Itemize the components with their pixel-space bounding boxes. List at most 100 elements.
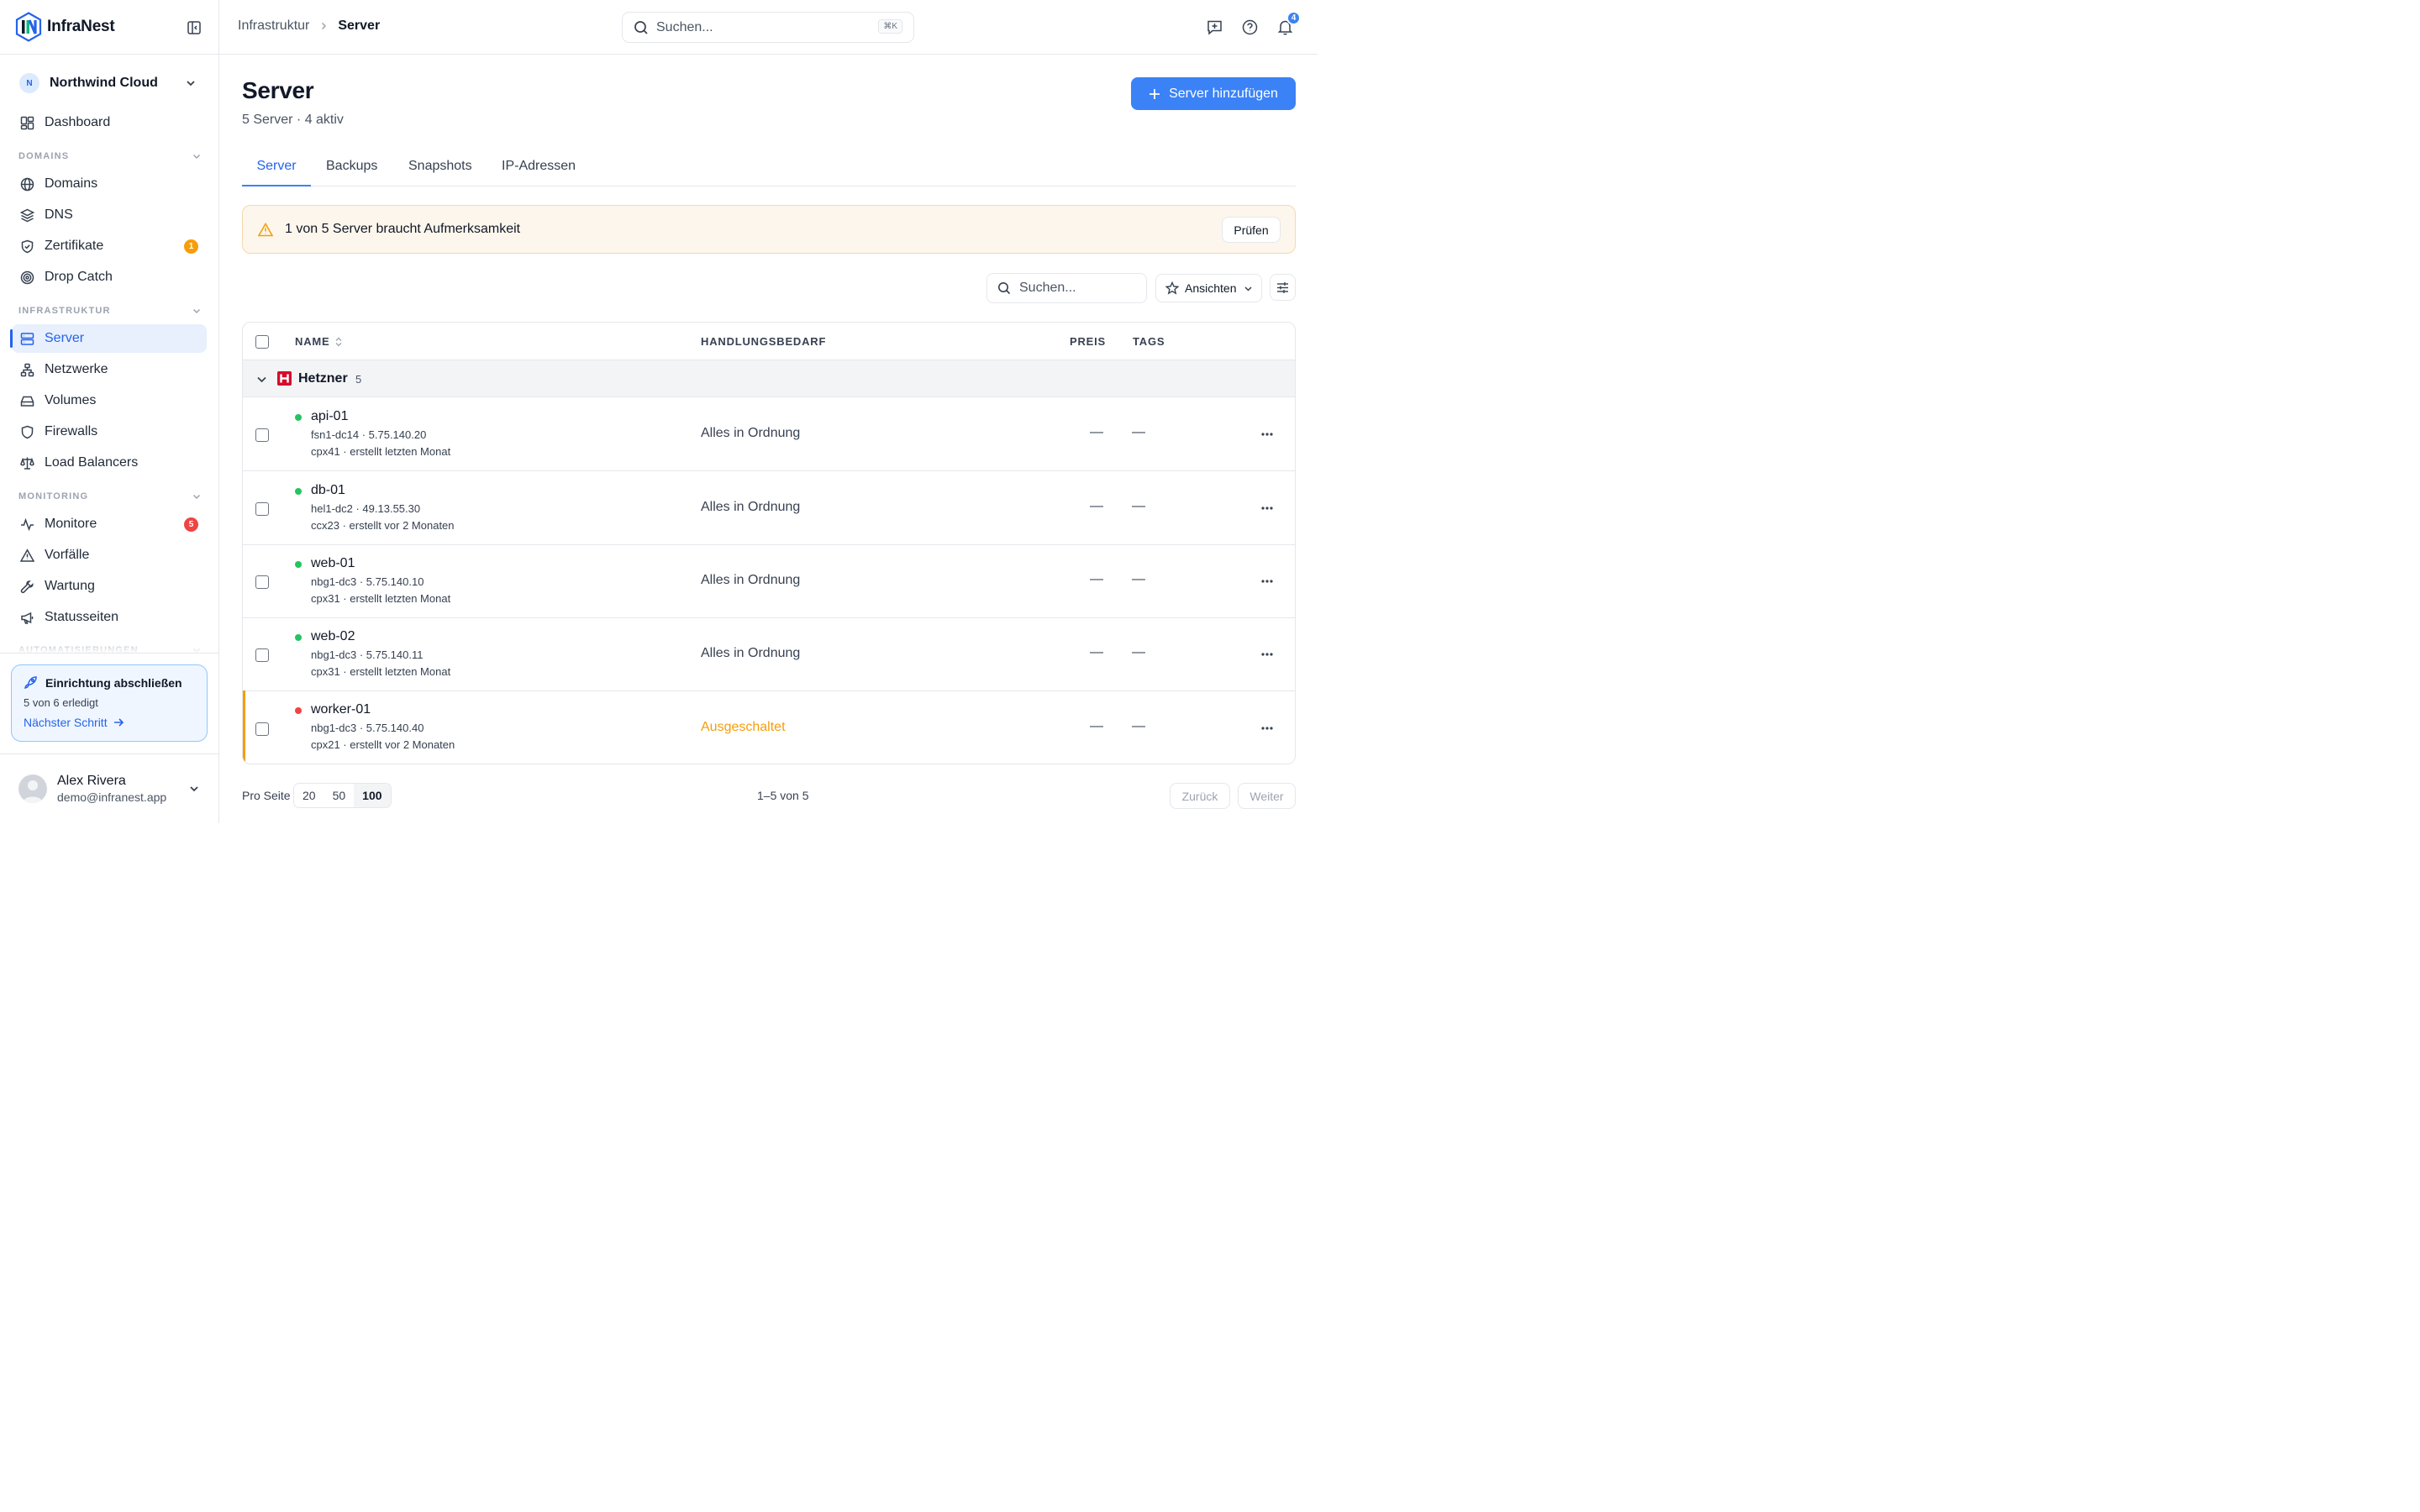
sidebar-item-dns[interactable]: DNS — [12, 201, 207, 229]
alert-triangle-icon — [20, 548, 34, 562]
views-dropdown[interactable]: Ansichten — [1155, 274, 1262, 302]
server-name[interactable]: web-02 — [311, 629, 355, 644]
more-actions-icon[interactable] — [1260, 722, 1275, 735]
section-monitoring[interactable]: MONITORING — [18, 491, 202, 501]
user-menu[interactable]: Alex Rivera demo@infranest.app — [0, 753, 218, 823]
more-actions-icon[interactable] — [1260, 501, 1275, 515]
section-infrastruktur[interactable]: INFRASTRUKTUR — [18, 306, 202, 316]
prev-page-button[interactable]: Zurück — [1170, 783, 1230, 809]
row-checkbox[interactable] — [255, 428, 269, 442]
per-page-100[interactable]: 100 — [354, 784, 391, 807]
sidebar-item-load-balancers[interactable]: Load Balancers — [12, 449, 207, 477]
feedback-icon[interactable] — [1207, 19, 1223, 35]
server-name[interactable]: web-01 — [311, 556, 355, 571]
sidebar-item-volumes[interactable]: Volumes — [12, 386, 207, 415]
activity-icon — [21, 517, 34, 531]
megaphone-icon — [21, 612, 34, 624]
sidebar-item-label: Firewalls — [45, 424, 98, 438]
topbar: Infrastruktur Server Suchen... ⌘K 4 — [219, 0, 1318, 55]
sidebar-item-label: Wartung — [45, 579, 95, 593]
section-monitoring-label: MONITORING — [18, 491, 89, 501]
table-search-input[interactable]: Suchen... — [986, 273, 1147, 303]
row-checkbox[interactable] — [255, 575, 269, 589]
star-icon — [1165, 281, 1179, 295]
collapse-sidebar-icon[interactable] — [187, 20, 202, 35]
server-tags: — — [1132, 719, 1145, 733]
check-button[interactable]: Prüfen — [1222, 217, 1281, 243]
global-search-input[interactable]: Suchen... ⌘K — [622, 12, 914, 43]
setup-card[interactable]: Einrichtung abschließen 5 von 6 erledigt… — [11, 664, 208, 742]
server-details: cpx31 · erstellt letzten Monat — [311, 592, 451, 605]
sidebar-item-label: Dashboard — [45, 115, 111, 129]
server-details: cpx41 · erstellt letzten Monat — [311, 445, 451, 458]
sidebar-item-dashboard[interactable]: Dashboard — [12, 108, 207, 137]
sidebar-item-server[interactable]: Server — [10, 324, 207, 353]
chevron-right-icon — [322, 22, 327, 30]
column-name[interactable]: NAME — [295, 335, 343, 348]
org-switcher[interactable]: N Northwind Cloud — [12, 67, 207, 99]
breadcrumb-infrastruktur[interactable]: Infrastruktur — [238, 18, 309, 34]
filter-settings-button[interactable] — [1270, 274, 1296, 301]
next-page-button[interactable]: Weiter — [1238, 783, 1296, 809]
sidebar-item-domains[interactable]: Domains — [12, 170, 207, 198]
tab-snapshots[interactable]: Snapshots — [408, 151, 472, 186]
views-label: Ansichten — [1185, 281, 1237, 295]
page-subtitle: 5 Server · 4 aktiv — [242, 113, 344, 127]
avatar — [18, 774, 47, 803]
next-step-link[interactable]: Nächster Schritt — [24, 716, 195, 729]
section-domains[interactable]: DOMAINS — [18, 151, 202, 161]
more-actions-icon[interactable] — [1260, 575, 1275, 588]
sidebar-item-firewalls[interactable]: Firewalls — [12, 417, 207, 446]
table-row[interactable]: api-01 fsn1-dc14 · 5.75.140.20 cpx41 · e… — [243, 397, 1295, 471]
add-server-button[interactable]: Server hinzufügen — [1131, 77, 1296, 110]
pagination-range: 1–5 von 5 — [757, 789, 809, 802]
table-row[interactable]: web-01 nbg1-dc3 · 5.75.140.10 cpx31 · er… — [243, 544, 1295, 618]
sidebar-item-label: Server — [45, 331, 85, 345]
wrench-icon — [20, 580, 34, 593]
column-tags: TAGS — [1133, 335, 1165, 348]
sidebar-item-zertifikate[interactable]: Zertifikate 1 — [12, 232, 207, 260]
more-actions-icon[interactable] — [1260, 428, 1275, 441]
sidebar-item-label: Statusseiten — [45, 610, 119, 624]
sidebar-item-label: Volumes — [45, 393, 97, 407]
table-row[interactable]: web-02 nbg1-dc3 · 5.75.140.11 cpx31 · er… — [243, 617, 1295, 691]
sidebar-item-label: Vorfälle — [45, 548, 90, 562]
hetzner-logo-icon — [277, 371, 292, 386]
sidebar-item-statusseiten[interactable]: Statusseiten — [12, 603, 207, 632]
more-actions-icon[interactable] — [1260, 648, 1275, 661]
chevron-down-icon — [190, 786, 198, 792]
row-checkbox[interactable] — [255, 502, 269, 516]
sidebar-item-monitore[interactable]: Monitore 5 — [12, 510, 207, 538]
server-icon — [20, 332, 34, 345]
server-tags: — — [1132, 499, 1145, 513]
per-page-50[interactable]: 50 — [324, 784, 355, 807]
sidebar-item-wartung[interactable]: Wartung — [12, 572, 207, 601]
sidebar-item-vorfaelle[interactable]: Vorfälle — [12, 541, 207, 570]
column-handlungsbedarf: HANDLUNGSBEDARF — [701, 335, 827, 348]
provider-group-hetzner[interactable]: Hetzner 5 — [243, 360, 1295, 397]
tab-backups[interactable]: Backups — [326, 151, 377, 186]
scale-icon — [20, 457, 34, 470]
sidebar-item-netzwerke[interactable]: Netzwerke — [12, 355, 207, 384]
server-name[interactable]: worker-01 — [311, 702, 371, 717]
server-name[interactable]: api-01 — [311, 409, 348, 424]
server-status: Ausgeschaltet — [701, 720, 786, 734]
table-row[interactable]: worker-01 nbg1-dc3 · 5.75.140.40 cpx21 ·… — [243, 690, 1295, 764]
table-row[interactable]: db-01 hel1-dc2 · 49.13.55.30 ccx23 · ers… — [243, 471, 1295, 545]
tab-ip-adressen[interactable]: IP-Adressen — [502, 151, 576, 186]
select-all-checkbox[interactable] — [255, 335, 269, 349]
server-name[interactable]: db-01 — [311, 483, 345, 498]
group-name: Hetzner — [298, 371, 348, 386]
help-icon[interactable] — [1242, 19, 1258, 35]
row-checkbox[interactable] — [255, 648, 269, 662]
sidebar-item-label: Monitore — [45, 517, 97, 531]
sidebar-item-label: Load Balancers — [45, 455, 139, 470]
row-checkbox[interactable] — [255, 722, 269, 736]
sidebar-item-drop-catch[interactable]: Drop Catch — [12, 263, 207, 291]
tab-server[interactable]: Server — [242, 151, 311, 186]
layers-icon — [20, 208, 34, 222]
per-page-20[interactable]: 20 — [294, 784, 324, 807]
alert-text: 1 von 5 Server braucht Aufmerksamkeit — [285, 222, 521, 236]
sidebar-item-label: Domains — [45, 176, 98, 191]
zertifikate-badge: 1 — [184, 239, 198, 254]
